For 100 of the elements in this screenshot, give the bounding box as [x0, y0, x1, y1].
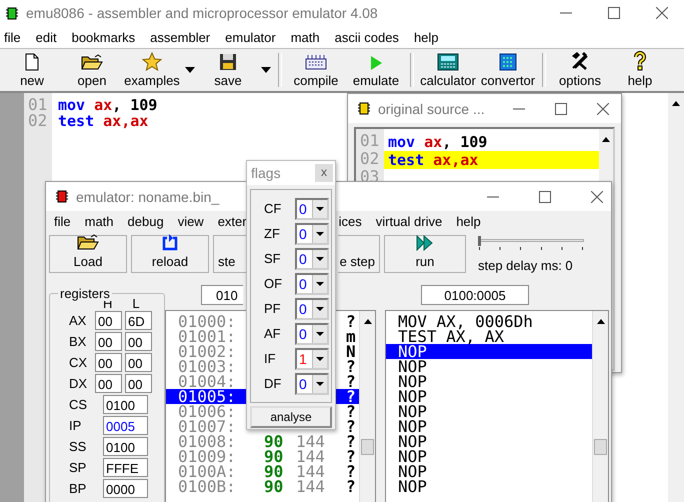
- register-field[interactable]: 0005: [103, 416, 148, 435]
- address-field[interactable]: 0100:0005: [421, 285, 529, 305]
- register-field[interactable]: 00: [125, 374, 152, 393]
- scrollbar[interactable]: [592, 311, 608, 502]
- toolbar-button[interactable]: examples: [122, 50, 182, 90]
- instruction-row[interactable]: NOP: [386, 359, 592, 374]
- maximize-icon[interactable]: [555, 102, 567, 114]
- flag-dropdown[interactable]: 0: [295, 322, 329, 344]
- instruction-row[interactable]: NOP: [386, 464, 592, 479]
- instruction-row[interactable]: NOP: [386, 434, 592, 449]
- dropdown-arrow-icon[interactable]: [316, 232, 324, 236]
- toolbar-button[interactable]: convertor: [478, 50, 538, 90]
- flag-dropdown[interactable]: 1: [295, 348, 329, 370]
- instruction-row[interactable]: NOP: [386, 419, 592, 434]
- caret-icon[interactable]: [261, 67, 271, 73]
- close-icon[interactable]: [656, 7, 668, 19]
- flag-dropdown[interactable]: 0: [295, 222, 329, 244]
- menu-item[interactable]: virtual drive: [376, 214, 442, 229]
- minimize-icon[interactable]: [487, 196, 499, 198]
- register-field[interactable]: 00: [125, 332, 152, 351]
- instruction-row[interactable]: NOP: [386, 404, 592, 419]
- line-number: 02: [360, 151, 380, 167]
- menu-item[interactable]: exter: [218, 214, 247, 229]
- dropdown-arrow-icon[interactable]: [316, 256, 324, 260]
- menu-item[interactable]: edit: [36, 30, 57, 44]
- flag-dropdown[interactable]: 0: [295, 272, 329, 294]
- instruction-row[interactable]: NOP: [386, 449, 592, 464]
- ascii-char: N: [346, 344, 357, 359]
- menu-item[interactable]: debug: [128, 214, 164, 229]
- scrollbar[interactable]: [668, 93, 684, 502]
- scroll-up-arrow-icon[interactable]: [364, 319, 372, 324]
- caret-icon[interactable]: [185, 67, 195, 73]
- instruction-row[interactable]: TEST AX, AX: [386, 329, 592, 344]
- flag-dropdown[interactable]: 0: [295, 298, 329, 320]
- menu-item[interactable]: bookmarks: [72, 30, 136, 44]
- scrollbar[interactable]: [359, 311, 375, 502]
- instruction-row[interactable]: MOV AX, 0006Dh: [386, 314, 592, 329]
- dropdown-arrow-icon[interactable]: [316, 382, 324, 386]
- menu-item[interactable]: view: [178, 214, 204, 229]
- emulator-button[interactable]: Load: [49, 235, 127, 273]
- minimize-icon[interactable]: [513, 108, 525, 110]
- toolbar-button[interactable]: emulate: [346, 50, 406, 90]
- menu-item[interactable]: help: [456, 214, 481, 229]
- register-field[interactable]: 6D: [125, 311, 152, 330]
- scroll-thumb[interactable]: [594, 439, 607, 455]
- flag-dropdown[interactable]: 0: [295, 248, 329, 270]
- register-field[interactable]: 00: [95, 374, 122, 393]
- emulator-button[interactable]: run: [384, 235, 466, 273]
- menu-item[interactable]: emulator: [225, 30, 276, 44]
- instruction-row[interactable]: NOP: [386, 374, 592, 389]
- maximize-icon[interactable]: [608, 7, 620, 19]
- close-button[interactable]: x: [315, 164, 333, 182]
- toolbar-button[interactable]: save: [198, 50, 258, 90]
- scroll-up-arrow-icon[interactable]: [596, 319, 604, 324]
- toolbar-button[interactable]: options: [550, 50, 610, 90]
- analyse-button[interactable]: analyse: [250, 406, 332, 428]
- scroll-thumb[interactable]: [361, 439, 374, 455]
- register-field[interactable]: 0000: [103, 479, 148, 498]
- register-field[interactable]: FFFE: [103, 458, 148, 477]
- menu-item[interactable]: ices: [338, 214, 362, 229]
- scroll-up-arrow-icon[interactable]: [672, 101, 680, 106]
- dropdown-arrow-icon[interactable]: [316, 206, 324, 210]
- address-field[interactable]: 010: [201, 285, 243, 305]
- menu-item[interactable]: ascii codes: [334, 30, 399, 44]
- toolbar-button[interactable]: help: [610, 50, 670, 90]
- flag-dropdown[interactable]: 0: [295, 372, 329, 394]
- dropdown-arrow-icon[interactable]: [316, 332, 324, 336]
- register-field[interactable]: 0100: [103, 395, 148, 414]
- minimize-icon[interactable]: [560, 12, 572, 14]
- register-field[interactable]: 00: [125, 353, 152, 372]
- menu-item[interactable]: math: [84, 214, 114, 229]
- instruction-row[interactable]: NOP: [386, 389, 592, 404]
- slider-thumb[interactable]: [478, 236, 481, 246]
- emulator-button[interactable]: e step: [338, 235, 380, 273]
- close-icon[interactable]: [597, 102, 609, 114]
- register-field[interactable]: 00: [95, 311, 122, 330]
- toolbar-button[interactable]: calculator: [418, 50, 478, 90]
- flag-dropdown[interactable]: 0: [295, 198, 329, 220]
- dropdown-arrow-icon[interactable]: [316, 356, 324, 360]
- menu-item[interactable]: file: [54, 214, 71, 229]
- emulator-button[interactable]: reload: [131, 235, 209, 273]
- menu-item[interactable]: assembler: [150, 30, 210, 44]
- emulator-button[interactable]: ste: [213, 235, 246, 273]
- maximize-icon[interactable]: [539, 190, 551, 202]
- instruction-row[interactable]: NOP: [386, 479, 592, 494]
- menu-item[interactable]: file: [4, 30, 21, 44]
- scroll-up-arrow-icon[interactable]: [602, 137, 610, 142]
- register-field[interactable]: 00: [95, 332, 122, 351]
- instruction-row[interactable]: NOP: [386, 344, 592, 359]
- toolbar-button[interactable]: open: [62, 50, 122, 90]
- register-field[interactable]: 00: [95, 353, 122, 372]
- dropdown-arrow-icon[interactable]: [316, 282, 324, 286]
- menu-item[interactable]: math: [290, 30, 320, 44]
- register-field[interactable]: 0100: [103, 437, 148, 456]
- toolbar-button[interactable]: compile: [286, 50, 346, 90]
- menu-item[interactable]: help: [414, 30, 439, 44]
- close-icon[interactable]: [591, 190, 603, 202]
- step-delay-slider[interactable]: [478, 236, 584, 250]
- dropdown-arrow-icon[interactable]: [316, 306, 324, 310]
- toolbar-button[interactable]: new: [2, 50, 62, 90]
